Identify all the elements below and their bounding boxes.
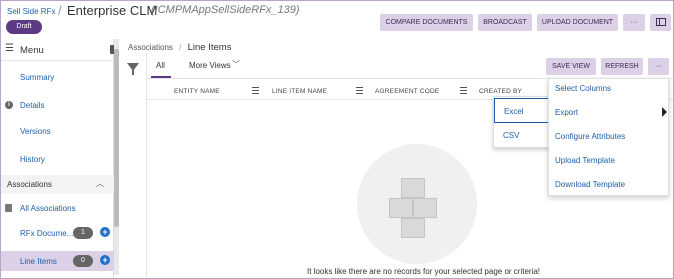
menu-header: ☰ Menu xyxy=(1,39,119,61)
line-items-label: Line Items xyxy=(20,257,57,266)
sidebar-item-versions[interactable]: Versions xyxy=(20,127,51,136)
tab-all[interactable]: All xyxy=(156,61,165,70)
main-breadcrumb: Associations / Line Items xyxy=(128,42,231,53)
info-icon: i xyxy=(5,101,13,109)
broadcast-button[interactable]: BROADCAST xyxy=(478,14,532,31)
sidebar-item-summary[interactable]: Summary xyxy=(20,73,54,82)
add-line-item-icon[interactable]: + xyxy=(100,255,110,265)
column-header-agreement-code[interactable]: AGREEMENT CODE xyxy=(375,88,439,95)
menu-item-export[interactable]: Export xyxy=(555,108,578,117)
filter-column xyxy=(119,53,147,278)
line-items-count-badge: 0 xyxy=(73,255,93,267)
more-actions-menu: Select Columns Export Configure Attribut… xyxy=(548,78,669,196)
breadcrumb-associations[interactable]: Associations xyxy=(128,43,173,52)
rfx-documents-label: RFx Docume... xyxy=(20,229,74,238)
column-header-line-item-name[interactable]: LINE ITEM NAME xyxy=(272,88,327,95)
csv-label: CSV xyxy=(503,131,520,140)
rfx-documents-count-badge: 1 xyxy=(73,227,93,239)
sidebar: ☰ Menu Summary i Details Versions Histor… xyxy=(1,39,119,278)
empty-state-message: It looks like there are no records for y… xyxy=(307,267,540,276)
menu-item-configure-attributes[interactable]: Configure Attributes xyxy=(555,132,625,141)
associations-section-header[interactable]: Associations ︿ xyxy=(1,175,114,194)
sidebar-item-line-items[interactable]: Line Items 0 + xyxy=(1,251,114,271)
save-view-button[interactable]: SAVE VIEW xyxy=(546,58,596,75)
column-menu-icon[interactable] xyxy=(460,87,467,95)
layout-icon xyxy=(655,18,666,26)
layout-toggle-button[interactable] xyxy=(650,14,671,31)
export-submenu: Excel CSV xyxy=(493,96,550,148)
upload-document-button[interactable]: UPLOAD DOCUMENT xyxy=(537,14,618,31)
column-menu-icon[interactable] xyxy=(252,87,259,95)
chevron-up-icon[interactable]: ︿ xyxy=(96,178,104,189)
menu-item-select-columns[interactable]: Select Columns xyxy=(555,84,611,93)
tab-more-views[interactable]: More Views xyxy=(189,61,231,70)
menu-label: Menu xyxy=(20,45,44,56)
menu-item-download-template[interactable]: Download Template xyxy=(555,180,625,189)
filter-icon[interactable] xyxy=(127,63,139,75)
header-more-button[interactable]: ··· xyxy=(623,14,645,31)
breadcrumb-current: Line Items xyxy=(187,42,232,53)
sidebar-item-history[interactable]: History xyxy=(20,155,45,164)
excel-label: Excel xyxy=(504,107,524,116)
refresh-button[interactable]: REFRESH xyxy=(601,58,643,75)
page-title: Enterprise CLM xyxy=(67,3,158,18)
sidebar-item-details[interactable]: Details xyxy=(20,101,44,110)
app-id: (ICMPMAppSellSideRFx_139) xyxy=(151,4,300,16)
status-badge: Draft xyxy=(6,20,42,34)
hamburger-icon[interactable]: ☰ xyxy=(5,43,14,54)
column-header-entity-name[interactable]: ENTITY NAME xyxy=(174,88,220,95)
app-frame: Sell Side RFx / Enterprise CLM (ICMPMApp… xyxy=(0,0,674,279)
breadcrumb-separator: / xyxy=(58,3,62,18)
document-icon xyxy=(5,204,12,212)
view-more-button[interactable]: ··· xyxy=(648,58,669,75)
header: Sell Side RFx / Enterprise CLM (ICMPMApp… xyxy=(1,1,673,39)
breadcrumb-separator: / xyxy=(179,43,182,52)
sidebar-item-rfx-documents[interactable]: RFx Docume... 1 + xyxy=(1,223,114,243)
empty-state-illustration xyxy=(357,144,477,264)
chevron-down-icon[interactable]: ﹀ xyxy=(232,59,240,70)
breadcrumb-sell-side-rfx[interactable]: Sell Side RFx xyxy=(7,7,55,16)
export-excel-option[interactable]: Excel xyxy=(494,98,549,123)
menu-item-upload-template[interactable]: Upload Template xyxy=(555,156,615,165)
sidebar-item-all-associations[interactable]: All Associations xyxy=(20,204,76,213)
column-header-created-by[interactable]: CREATED BY xyxy=(479,88,522,95)
submenu-arrow-icon xyxy=(662,107,667,117)
export-csv-option[interactable]: CSV xyxy=(494,123,549,148)
associations-label: Associations xyxy=(7,180,52,189)
column-menu-icon[interactable] xyxy=(356,87,363,95)
add-rfx-document-icon[interactable]: + xyxy=(100,227,110,237)
compare-documents-button[interactable]: COMPARE DOCUMENTS xyxy=(380,14,473,31)
